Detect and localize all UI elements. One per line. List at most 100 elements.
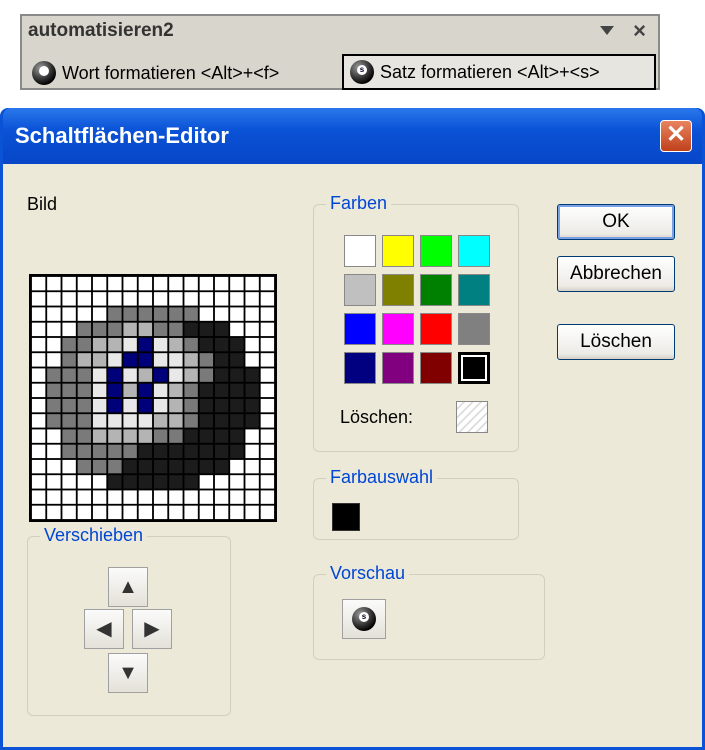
pixel-cell[interactable] [108, 475, 122, 489]
pixel-cell[interactable] [123, 414, 137, 428]
pixel-cell[interactable] [230, 429, 244, 443]
pixel-cell[interactable] [62, 429, 76, 443]
pixel-cell[interactable] [77, 383, 92, 398]
pixel-cell[interactable] [108, 292, 122, 306]
pixel-cell[interactable] [138, 444, 153, 459]
color-swatch[interactable] [458, 352, 490, 384]
pixel-cell[interactable] [31, 276, 46, 291]
pixel-cell[interactable] [260, 490, 275, 504]
pixel-cell[interactable] [153, 337, 168, 352]
pixel-cell[interactable] [260, 322, 275, 337]
pixel-cell[interactable] [77, 398, 92, 413]
color-swatch[interactable] [420, 235, 452, 267]
pixel-cell[interactable] [260, 353, 275, 367]
pixel-cell[interactable] [245, 490, 259, 504]
pixel-cell[interactable] [260, 337, 275, 352]
color-swatch[interactable] [382, 352, 414, 384]
pixel-cell[interactable] [138, 368, 153, 382]
pixel-cell[interactable] [184, 337, 198, 352]
pixel-cell[interactable] [138, 414, 153, 428]
pixel-cell[interactable] [108, 383, 122, 398]
pixel-cell[interactable] [31, 414, 46, 428]
pixel-cell[interactable] [77, 276, 92, 291]
pixel-cell[interactable] [260, 292, 275, 306]
pixel-cell[interactable] [108, 337, 122, 352]
toolbar-options-icon[interactable] [600, 26, 614, 35]
pixel-cell[interactable] [47, 383, 61, 398]
pixel-cell[interactable] [214, 292, 229, 306]
pixel-cell[interactable] [214, 398, 229, 413]
dialog-close-button[interactable]: ✕ [660, 120, 692, 152]
pixel-cell[interactable] [47, 398, 61, 413]
pixel-cell[interactable] [108, 276, 122, 291]
pixel-cell[interactable] [214, 505, 229, 520]
pixel-cell[interactable] [214, 429, 229, 443]
pixel-cell[interactable] [92, 353, 107, 367]
pixel-cell[interactable] [92, 383, 107, 398]
pixel-cell[interactable] [153, 292, 168, 306]
pixel-cell[interactable] [123, 276, 137, 291]
pixel-cell[interactable] [184, 383, 198, 398]
pixel-cell[interactable] [214, 414, 229, 428]
pixel-cell[interactable] [47, 276, 61, 291]
pixel-cell[interactable] [260, 444, 275, 459]
pixel-cell[interactable] [260, 459, 275, 474]
pixel-cell[interactable] [138, 475, 153, 489]
pixel-cell[interactable] [62, 307, 76, 321]
pixel-cell[interactable] [169, 276, 183, 291]
pixel-cell[interactable] [62, 490, 76, 504]
pixel-cell[interactable] [230, 490, 244, 504]
pixel-cell[interactable] [230, 368, 244, 382]
pixel-cell[interactable] [199, 383, 214, 398]
pixel-cell[interactable] [184, 353, 198, 367]
pixel-cell[interactable] [123, 383, 137, 398]
pixel-cell[interactable] [199, 475, 214, 489]
pixel-cell[interactable] [92, 429, 107, 443]
pixel-cell[interactable] [31, 368, 46, 382]
color-swatch[interactable] [344, 313, 376, 345]
pixel-cell[interactable] [77, 353, 92, 367]
word-format-button[interactable]: Wort formatieren <Alt>+<f> [26, 58, 340, 88]
pixel-cell[interactable] [138, 505, 153, 520]
pixel-cell[interactable] [47, 459, 61, 474]
pixel-cell[interactable] [47, 414, 61, 428]
pixel-cell[interactable] [184, 490, 198, 504]
pixel-cell[interactable] [169, 429, 183, 443]
pixel-cell[interactable] [184, 459, 198, 474]
pixel-cell[interactable] [31, 337, 46, 352]
pixel-cell[interactable] [153, 322, 168, 337]
ok-button[interactable]: OK [557, 204, 675, 240]
pixel-cell[interactable] [77, 429, 92, 443]
pixel-cell[interactable] [245, 459, 259, 474]
pixel-cell[interactable] [31, 490, 46, 504]
pixel-cell[interactable] [199, 322, 214, 337]
pixel-cell[interactable] [245, 353, 259, 367]
pixel-cell[interactable] [214, 307, 229, 321]
pixel-cell[interactable] [245, 337, 259, 352]
pixel-cell[interactable] [169, 398, 183, 413]
pixel-cell[interactable] [31, 383, 46, 398]
color-swatch[interactable] [420, 352, 452, 384]
pixel-cell[interactable] [31, 429, 46, 443]
pixel-cell[interactable] [153, 444, 168, 459]
pixel-cell[interactable] [169, 383, 183, 398]
cancel-button[interactable]: Abbrechen [557, 256, 675, 292]
pixel-cell[interactable] [169, 337, 183, 352]
pixel-cell[interactable] [184, 276, 198, 291]
pixel-cell[interactable] [184, 292, 198, 306]
pixel-cell[interactable] [138, 398, 153, 413]
pixel-cell[interactable] [214, 444, 229, 459]
pixel-cell[interactable] [77, 490, 92, 504]
pixel-cell[interactable] [260, 398, 275, 413]
pixel-cell[interactable] [92, 368, 107, 382]
pixel-cell[interactable] [138, 490, 153, 504]
pixel-cell[interactable] [153, 429, 168, 443]
pixel-cell[interactable] [169, 475, 183, 489]
pixel-cell[interactable] [123, 444, 137, 459]
pixel-cell[interactable] [92, 292, 107, 306]
pixel-cell[interactable] [214, 368, 229, 382]
pixel-cell[interactable] [62, 276, 76, 291]
pixel-cell[interactable] [230, 505, 244, 520]
pixel-cell[interactable] [92, 276, 107, 291]
pixel-cell[interactable] [245, 276, 259, 291]
